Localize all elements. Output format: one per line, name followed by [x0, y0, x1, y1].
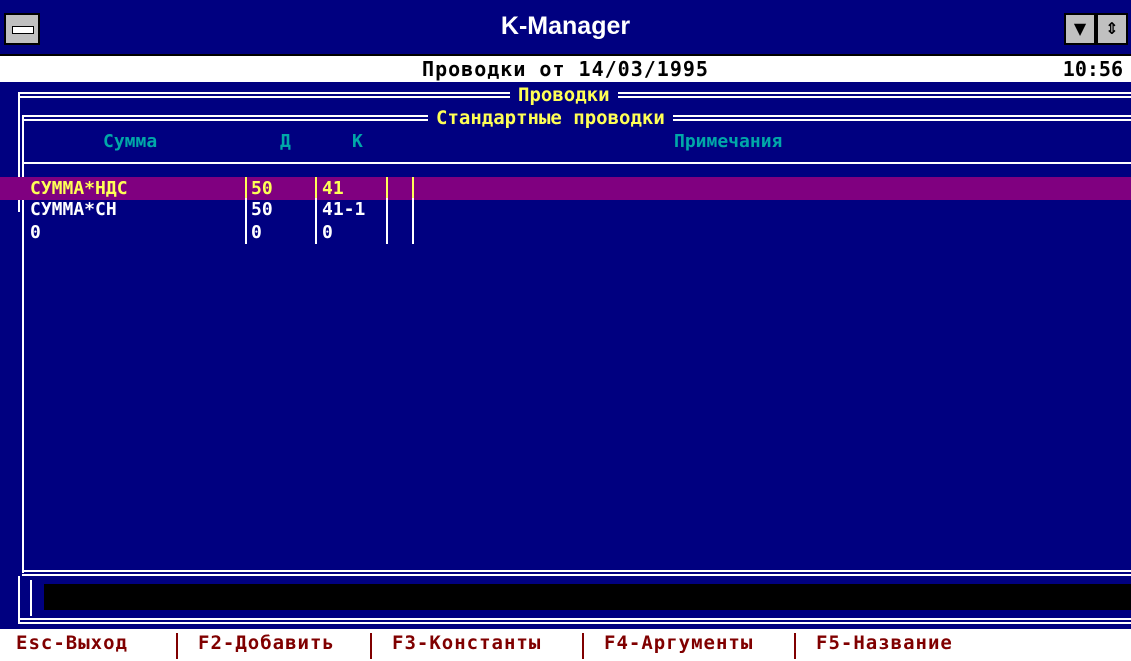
minimize-button[interactable]: ▼ — [1064, 13, 1096, 45]
f2-add-key[interactable]: F2-Добавить — [198, 632, 335, 654]
f5-name-key[interactable]: F5-Название — [816, 632, 953, 654]
input-frame-left — [30, 580, 32, 616]
cell-debit: 0 — [251, 222, 262, 243]
cell-credit: 0 — [322, 222, 333, 243]
table-row[interactable]: СУММА*СН 50 41-1 — [0, 198, 1131, 221]
outer-frame-left-lower — [18, 576, 20, 622]
cell-sum: СУММА*НДС — [30, 178, 128, 199]
up-down-arrows-icon: ⇕ — [1105, 19, 1119, 38]
status-title: Проводки от 14/03/1995 — [422, 57, 709, 81]
cell-sum: 0 — [30, 222, 41, 243]
console-area: Проводки от 14/03/1995 10:56 Проводки Ст… — [0, 56, 1131, 661]
header-separator — [22, 162, 1131, 164]
table-row[interactable]: СУММА*НДС 50 41 — [0, 177, 1131, 200]
table-row[interactable]: 0 0 0 — [0, 221, 1131, 244]
cell-debit: 50 — [251, 178, 273, 199]
title-bar[interactable]: K-Manager ▼ ⇕ — [0, 0, 1131, 56]
inner-caption: Стандартные проводки — [428, 107, 673, 129]
esc-exit-key[interactable]: Esc-Выход — [16, 632, 128, 654]
cell-credit: 41 — [322, 178, 344, 199]
window-title: K-Manager — [500, 12, 631, 40]
outer-caption: Проводки — [510, 84, 618, 106]
status-line: Проводки от 14/03/1995 10:56 — [0, 56, 1131, 82]
cell-debit: 50 — [251, 199, 273, 220]
f3-constants-key[interactable]: F3-Константы — [392, 632, 541, 654]
command-input[interactable] — [44, 584, 1131, 610]
inner-frame-bottom — [22, 570, 1131, 576]
outer-frame-bottom — [18, 618, 1131, 624]
column-header-sum[interactable]: Сумма — [103, 131, 157, 152]
function-key-bar: Esc-Выход F2-Добавить F3-Константы F4-Ар… — [0, 629, 1131, 661]
f4-arguments-key[interactable]: F4-Аргументы — [604, 632, 753, 654]
k-manager-window: K-Manager ▼ ⇕ Проводки от 14/03/1995 10:… — [0, 0, 1131, 661]
clock: 10:56 — [1062, 57, 1123, 81]
cell-credit: 41-1 — [322, 199, 366, 220]
column-header-credit[interactable]: К — [352, 131, 363, 152]
cell-sum: СУММА*СН — [30, 199, 117, 220]
column-header-notes[interactable]: Примечания — [674, 131, 782, 152]
triangle-down-icon: ▼ — [1073, 19, 1087, 38]
restore-button[interactable]: ⇕ — [1096, 13, 1128, 45]
column-header-debit[interactable]: Д — [280, 131, 291, 152]
